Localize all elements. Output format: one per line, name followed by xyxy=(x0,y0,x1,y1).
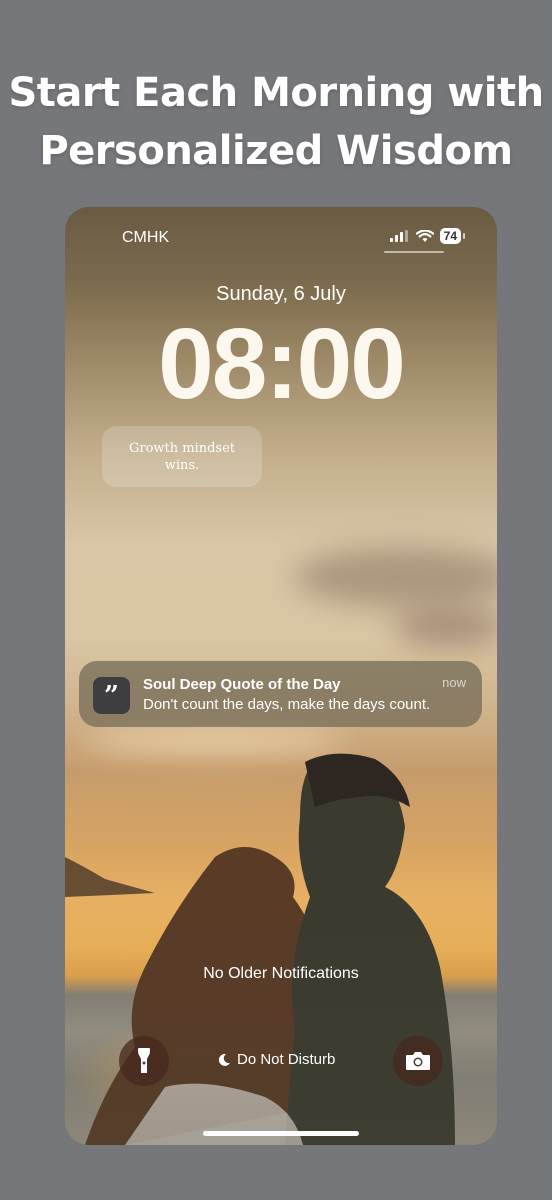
widget-text: Growth mindset wins. xyxy=(128,440,236,473)
sea-shade xyxy=(65,895,497,1145)
camera-icon xyxy=(406,1052,430,1070)
phone-lock-screen: CMHK 74 Sunday, 6 July 08:00 Growth mind… xyxy=(65,207,497,1145)
notification-card[interactable]: ” Soul Deep Quote of the Day Don't count… xyxy=(79,661,482,727)
carrier-label: CMHK xyxy=(122,229,170,246)
flashlight-button[interactable] xyxy=(119,1036,169,1086)
quote-icon: ” xyxy=(93,677,130,714)
notification-time: now xyxy=(442,675,466,690)
notification-title: Soul Deep Quote of the Day xyxy=(143,676,341,693)
camera-button[interactable] xyxy=(393,1036,443,1086)
status-icons: 74 xyxy=(389,228,466,244)
signal-bars-icon xyxy=(389,230,408,242)
dnd-label: Do Not Disturb xyxy=(237,1051,336,1068)
promo-headline: Start Each Morning with Personalized Wis… xyxy=(0,64,552,180)
battery-icon: 74 xyxy=(439,228,466,244)
no-older-notifications: No Older Notifications xyxy=(203,965,359,982)
lock-date: Sunday, 6 July xyxy=(216,283,346,305)
notification-body: Don't count the days, make the days coun… xyxy=(143,696,431,713)
home-indicator[interactable] xyxy=(203,1131,359,1136)
control-center-indicator[interactable] xyxy=(384,251,444,253)
do-not-disturb-indicator[interactable]: Do Not Disturb xyxy=(217,1051,335,1068)
headline-line-2: Personalized Wisdom xyxy=(39,128,513,174)
headline-line-1: Start Each Morning with xyxy=(8,70,544,116)
moon-icon xyxy=(218,1053,230,1066)
quote-widget[interactable]: Growth mindset wins. xyxy=(102,426,262,487)
flashlight-icon xyxy=(138,1048,150,1073)
lock-time: 08:00 xyxy=(158,308,406,420)
wifi-icon xyxy=(415,229,434,242)
